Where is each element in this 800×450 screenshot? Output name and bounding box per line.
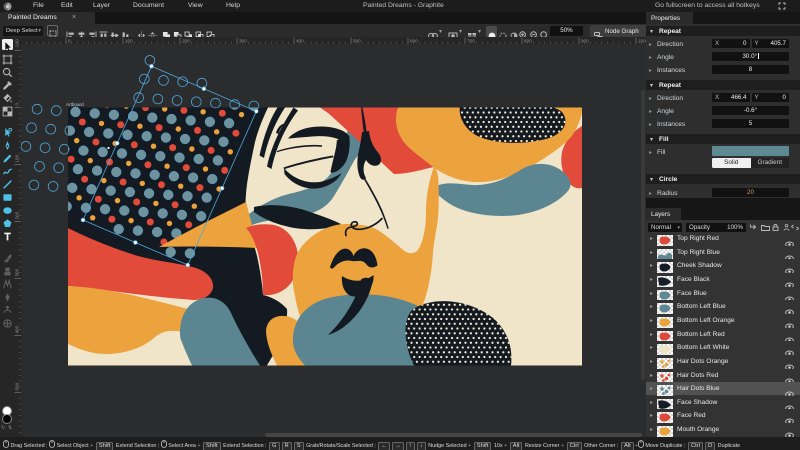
svg-text:100: 100 [15, 154, 20, 162]
svg-text:0: 0 [15, 103, 20, 106]
svg-text:0: 0 [68, 39, 71, 44]
svg-text:100: 100 [125, 39, 133, 44]
svg-text:500: 500 [15, 382, 20, 390]
svg-text:900: 900 [581, 39, 589, 44]
svg-text:800: 800 [524, 39, 532, 44]
svg-text:700: 700 [467, 39, 475, 44]
svg-text:600: 600 [410, 39, 418, 44]
svg-text:200: 200 [182, 39, 190, 44]
svg-text:500: 500 [353, 39, 361, 44]
svg-text:300: 300 [239, 39, 247, 44]
svg-text:400: 400 [296, 39, 304, 44]
svg-text:400: 400 [15, 325, 20, 333]
svg-text:-100: -100 [15, 39, 20, 49]
svg-text:300: 300 [15, 268, 20, 276]
svg-text:200: 200 [15, 211, 20, 219]
